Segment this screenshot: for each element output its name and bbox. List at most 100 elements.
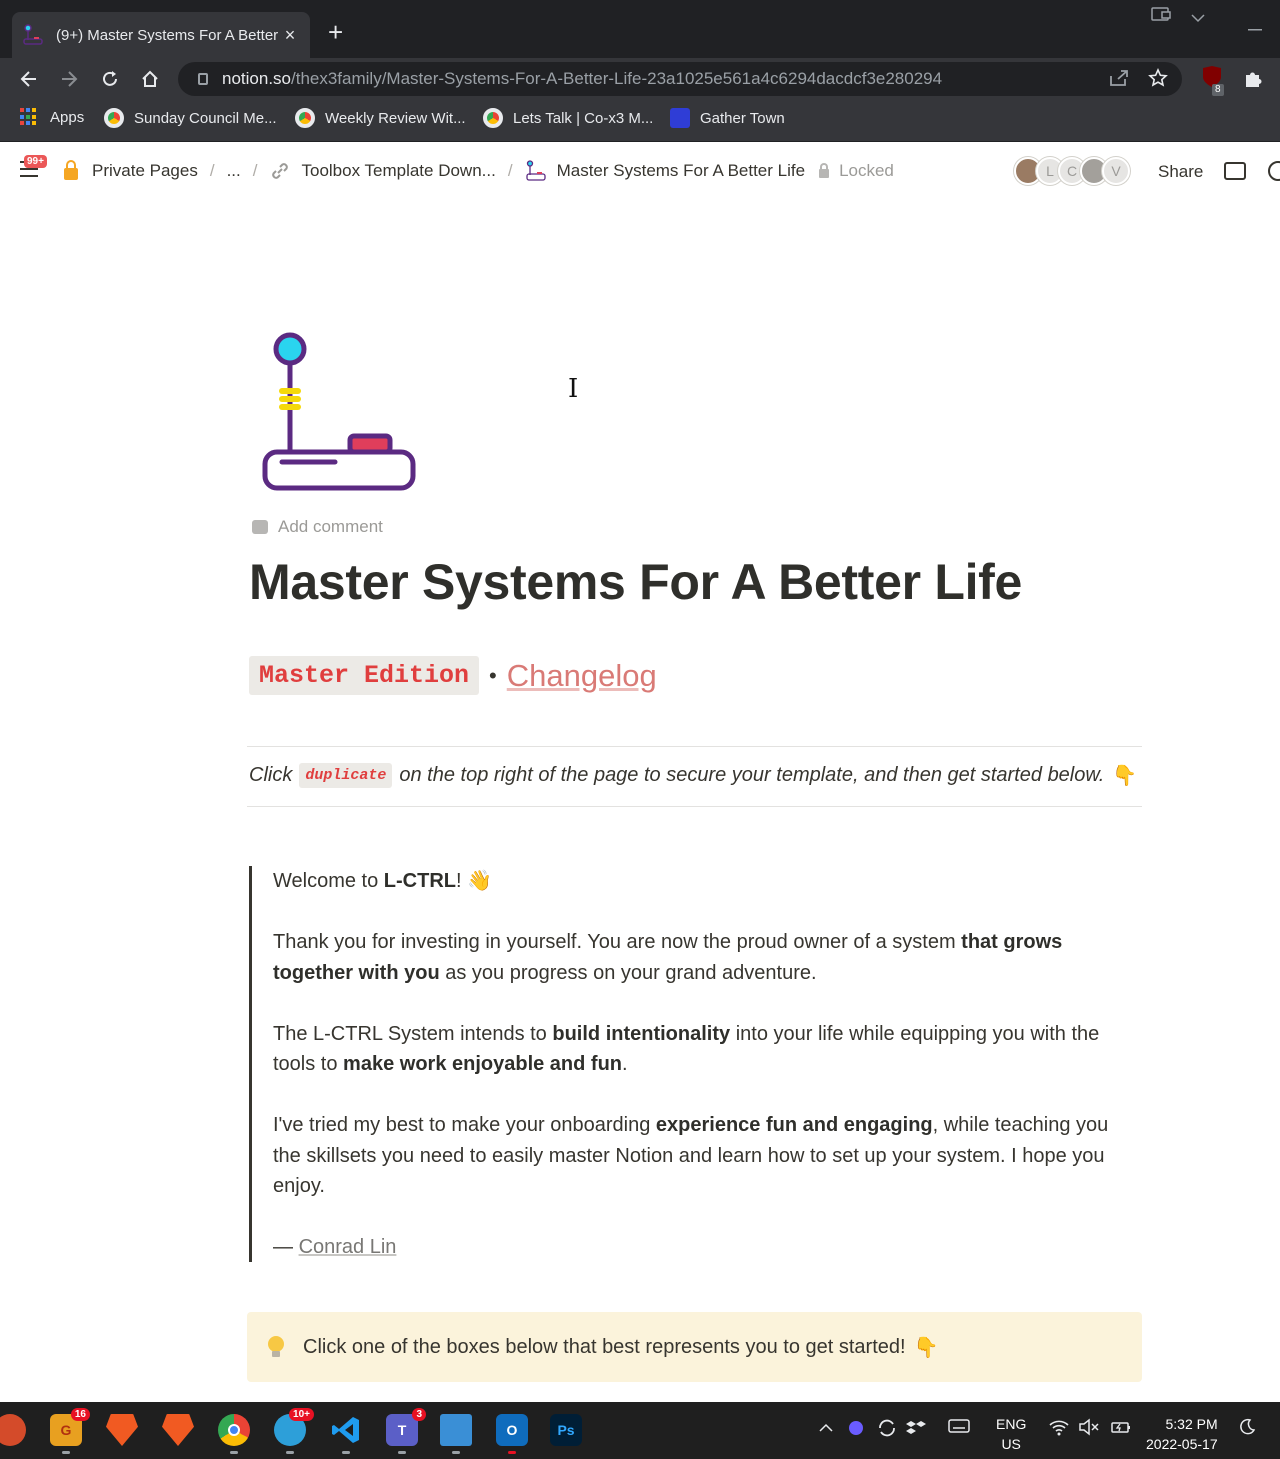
- add-comment-button[interactable]: Add comment: [252, 517, 383, 537]
- new-tab-icon[interactable]: +: [328, 18, 343, 46]
- bookmark-label: Sunday Council Me...: [134, 109, 277, 127]
- clock-date: 2022-05-17: [1146, 1436, 1218, 1452]
- locked-indicator[interactable]: Locked: [819, 161, 894, 181]
- padlock-icon: [64, 159, 78, 180]
- url-path: /thex3family/Master-Systems-For-A-Better…: [291, 69, 943, 88]
- edition-code: Master Edition: [249, 656, 480, 695]
- notification-badge: 3: [412, 1408, 426, 1421]
- changelog-link[interactable]: Changelog: [507, 658, 657, 694]
- breadcrumb-label: Toolbox Template Down...: [301, 161, 496, 180]
- lock-icon: [819, 162, 830, 178]
- breadcrumb-current-page[interactable]: Master Systems For A Better Life: [525, 160, 805, 182]
- edition-row: Master Edition • Changelog: [249, 656, 657, 695]
- waving-hand-icon: 👋: [467, 870, 493, 892]
- home-icon[interactable]: [135, 64, 165, 94]
- pointing-down-icon: 👇: [1112, 765, 1138, 787]
- divider: [247, 746, 1142, 747]
- tray-app-icon[interactable]: [846, 1418, 866, 1443]
- forward-icon[interactable]: [54, 64, 84, 94]
- page-title[interactable]: Master Systems For A Better Life: [249, 553, 1022, 611]
- bookmark-label: Lets Talk | Co-x3 M...: [513, 109, 654, 127]
- bookmark-sunday-council[interactable]: Sunday Council Me...: [104, 108, 277, 128]
- bookmark-weekly-review[interactable]: Weekly Review Wit...: [295, 108, 466, 128]
- bookmark-gather-town[interactable]: Gather Town: [670, 108, 785, 128]
- browser-tab[interactable]: (9+) Master Systems For A Better ×: [12, 12, 310, 58]
- intro-after: on the top right of the page to secure y…: [399, 764, 1105, 786]
- tab-search-icon[interactable]: [1150, 6, 1172, 27]
- chevron-down-icon[interactable]: [1190, 10, 1206, 26]
- share-page-icon[interactable]: [1108, 68, 1130, 93]
- comments-icon[interactable]: [1224, 162, 1246, 180]
- bookmark-star-icon[interactable]: [1148, 68, 1168, 93]
- author-link[interactable]: Conrad Lin: [299, 1236, 397, 1258]
- avatar: V: [1102, 157, 1130, 185]
- volume-muted-icon[interactable]: [1078, 1418, 1100, 1441]
- bookmark-apps[interactable]: Apps: [20, 108, 84, 126]
- gather-town-icon: [670, 108, 690, 128]
- clock-time: 5:32 PM: [1165, 1416, 1218, 1432]
- intro-text: Click duplicate on the top right of the …: [249, 763, 1137, 788]
- grammarly-icon[interactable]: G 16: [50, 1408, 90, 1454]
- app-icon[interactable]: 10+: [274, 1408, 314, 1454]
- reload-icon[interactable]: [95, 64, 125, 94]
- bookmark-lets-talk[interactable]: Lets Talk | Co-x3 M...: [483, 108, 653, 128]
- brave-icon[interactable]: [106, 1414, 138, 1446]
- locked-label: Locked: [839, 161, 894, 180]
- address-bar[interactable]: notion.so/thex3family/Master-Systems-For…: [178, 62, 1182, 96]
- minimize-icon[interactable]: [1248, 18, 1262, 34]
- duplicate-code: duplicate: [299, 763, 393, 788]
- extension-badge: 8: [1212, 84, 1224, 96]
- quote-author: — Conrad Lin: [273, 1236, 397, 1258]
- breadcrumb-separator: /: [507, 161, 513, 180]
- wifi-icon[interactable]: [1048, 1418, 1070, 1441]
- quote-paragraph: I've tried my best to make your onboardi…: [273, 1114, 1109, 1197]
- notification-badge: 10+: [289, 1408, 314, 1421]
- show-hidden-icons[interactable]: [818, 1418, 834, 1438]
- ublock-extension-icon[interactable]: 8: [1198, 64, 1228, 96]
- teams-icon[interactable]: T3: [386, 1408, 426, 1454]
- bullet-separator: •: [489, 662, 497, 688]
- lock-icon: [198, 73, 208, 85]
- chrome-taskbar-icon[interactable]: [218, 1414, 250, 1454]
- tab-close-icon[interactable]: ×: [280, 25, 300, 46]
- bookmark-label: Apps: [50, 108, 85, 126]
- focus-assist-moon-icon[interactable]: [1238, 1418, 1256, 1441]
- breadcrumb-label: ...: [226, 161, 241, 180]
- browser-toolbar: notion.so/thex3family/Master-Systems-For…: [0, 58, 1280, 100]
- battery-charging-icon[interactable]: [1110, 1418, 1132, 1441]
- brave-beta-icon[interactable]: [162, 1414, 194, 1446]
- collaborator-avatars[interactable]: L C V: [1014, 157, 1130, 185]
- url-host: notion.so: [222, 69, 291, 88]
- divider: [247, 806, 1142, 807]
- bookmarks-bar: Apps Sunday Council Me... Weekly Review …: [0, 100, 1280, 142]
- chrome-icon: [295, 108, 315, 128]
- dropbox-icon[interactable]: [906, 1418, 926, 1443]
- quote-paragraph: Thank you for investing in yourself. You…: [273, 931, 1063, 984]
- share-button[interactable]: Share: [1158, 162, 1203, 182]
- breadcrumb-label: Private Pages: [92, 161, 198, 180]
- welcome-quote: Welcome to L-CTRL! 👋 Thank you for inves…: [249, 866, 1129, 1262]
- callout-text: Click one of the boxes below that best r…: [303, 1335, 906, 1358]
- updates-clock-icon[interactable]: [1268, 161, 1280, 181]
- joystick-favicon-icon: [22, 24, 44, 46]
- light-bulb-icon: [267, 1336, 285, 1358]
- sync-icon[interactable]: [876, 1418, 898, 1443]
- breadcrumb-label: Master Systems For A Better Life: [556, 161, 806, 180]
- apps-grid-icon: [20, 108, 38, 126]
- chrome-icon: [483, 108, 503, 128]
- photoshop-icon[interactable]: Ps: [550, 1414, 582, 1446]
- keyboard-icon[interactable]: [948, 1418, 970, 1439]
- notepad-icon[interactable]: [440, 1414, 472, 1454]
- breadcrumb-toolbox[interactable]: Toolbox Template Down...: [269, 160, 496, 182]
- system-clock[interactable]: 5:32 PM 2022-05-17: [1146, 1414, 1218, 1454]
- page-joystick-icon[interactable]: [260, 330, 420, 494]
- input-language[interactable]: ENG US: [996, 1414, 1026, 1454]
- taskbar-app-icon[interactable]: [0, 1414, 26, 1446]
- breadcrumb-ellipsis[interactable]: ...: [227, 161, 241, 181]
- tab-title: (9+) Master Systems For A Better: [56, 26, 279, 44]
- outlook-icon[interactable]: O: [496, 1414, 528, 1454]
- back-icon[interactable]: [14, 64, 44, 94]
- extensions-puzzle-icon[interactable]: [1238, 64, 1268, 94]
- vscode-icon[interactable]: [330, 1414, 362, 1454]
- breadcrumb-private-pages[interactable]: Private Pages: [64, 159, 198, 181]
